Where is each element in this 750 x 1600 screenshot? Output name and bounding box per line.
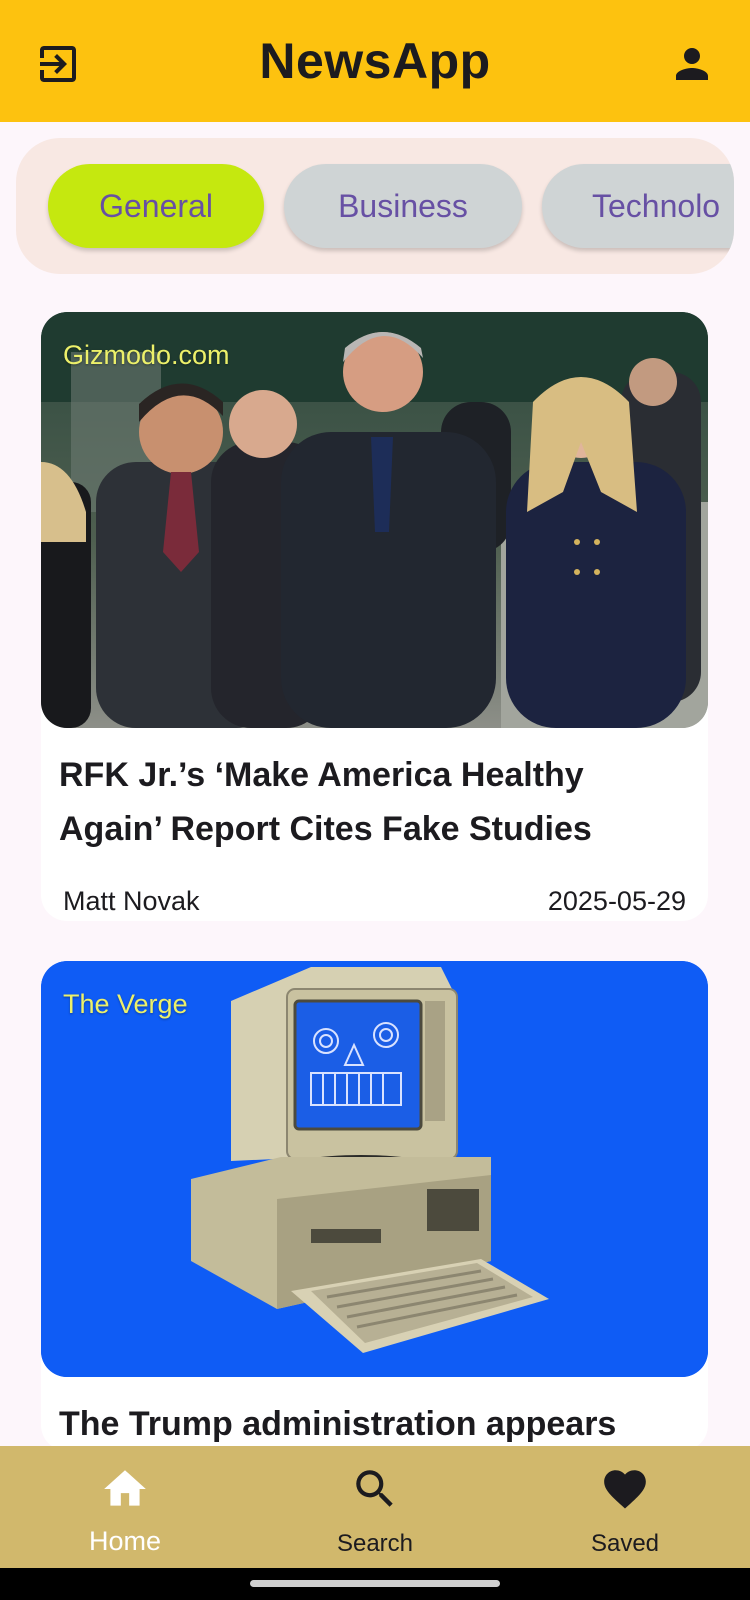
heart-icon xyxy=(604,1470,646,1509)
nav-home-label: Home xyxy=(88,1526,162,1556)
chip-general[interactable]: General xyxy=(48,164,264,248)
nav-search[interactable]: Search xyxy=(250,1446,500,1568)
nav-saved[interactable]: Saved xyxy=(500,1446,750,1568)
search-icon xyxy=(356,1470,393,1507)
home-icon xyxy=(104,1470,146,1506)
article-author: Matt Novak xyxy=(63,886,200,916)
nav-saved-label: Saved xyxy=(590,1530,660,1557)
article-headline[interactable]: RFK Jr.’s ‘Make America Healthy Again’ R… xyxy=(41,728,708,856)
article-card[interactable]: Gizmodo.com RFK Jr.’s ‘Make America Heal… xyxy=(41,312,708,921)
category-chip-row[interactable]: General Business Technolo xyxy=(16,138,734,274)
article-feed[interactable]: Gizmodo.com RFK Jr.’s ‘Make America Heal… xyxy=(41,312,708,1491)
article-meta: Matt Novak 2025-05-29 xyxy=(41,856,708,921)
article-headline[interactable]: The Trump administration appears xyxy=(41,1377,708,1451)
article-image: Gizmodo.com xyxy=(41,312,708,728)
bottom-navigation: Home Search Saved xyxy=(0,1446,750,1568)
app-title: NewsApp xyxy=(259,33,491,89)
article-photo xyxy=(41,312,708,728)
home-gesture-bar[interactable] xyxy=(250,1580,500,1587)
article-date: 2025-05-29 xyxy=(547,886,686,916)
app-bar: NewsApp xyxy=(0,0,750,122)
article-source: The Verge xyxy=(63,989,188,1019)
nav-home[interactable]: Home xyxy=(0,1446,250,1568)
chip-business[interactable]: Business xyxy=(284,164,522,248)
article-source: Gizmodo.com xyxy=(63,340,230,370)
article-card[interactable]: The Verge The Trump administration appea… xyxy=(41,961,708,1451)
nav-search-label: Search xyxy=(336,1530,414,1557)
chip-technology[interactable]: Technolo xyxy=(542,164,734,248)
account-icon[interactable] xyxy=(668,40,716,88)
article-illustration xyxy=(41,961,708,1377)
article-image: The Verge xyxy=(41,961,708,1377)
